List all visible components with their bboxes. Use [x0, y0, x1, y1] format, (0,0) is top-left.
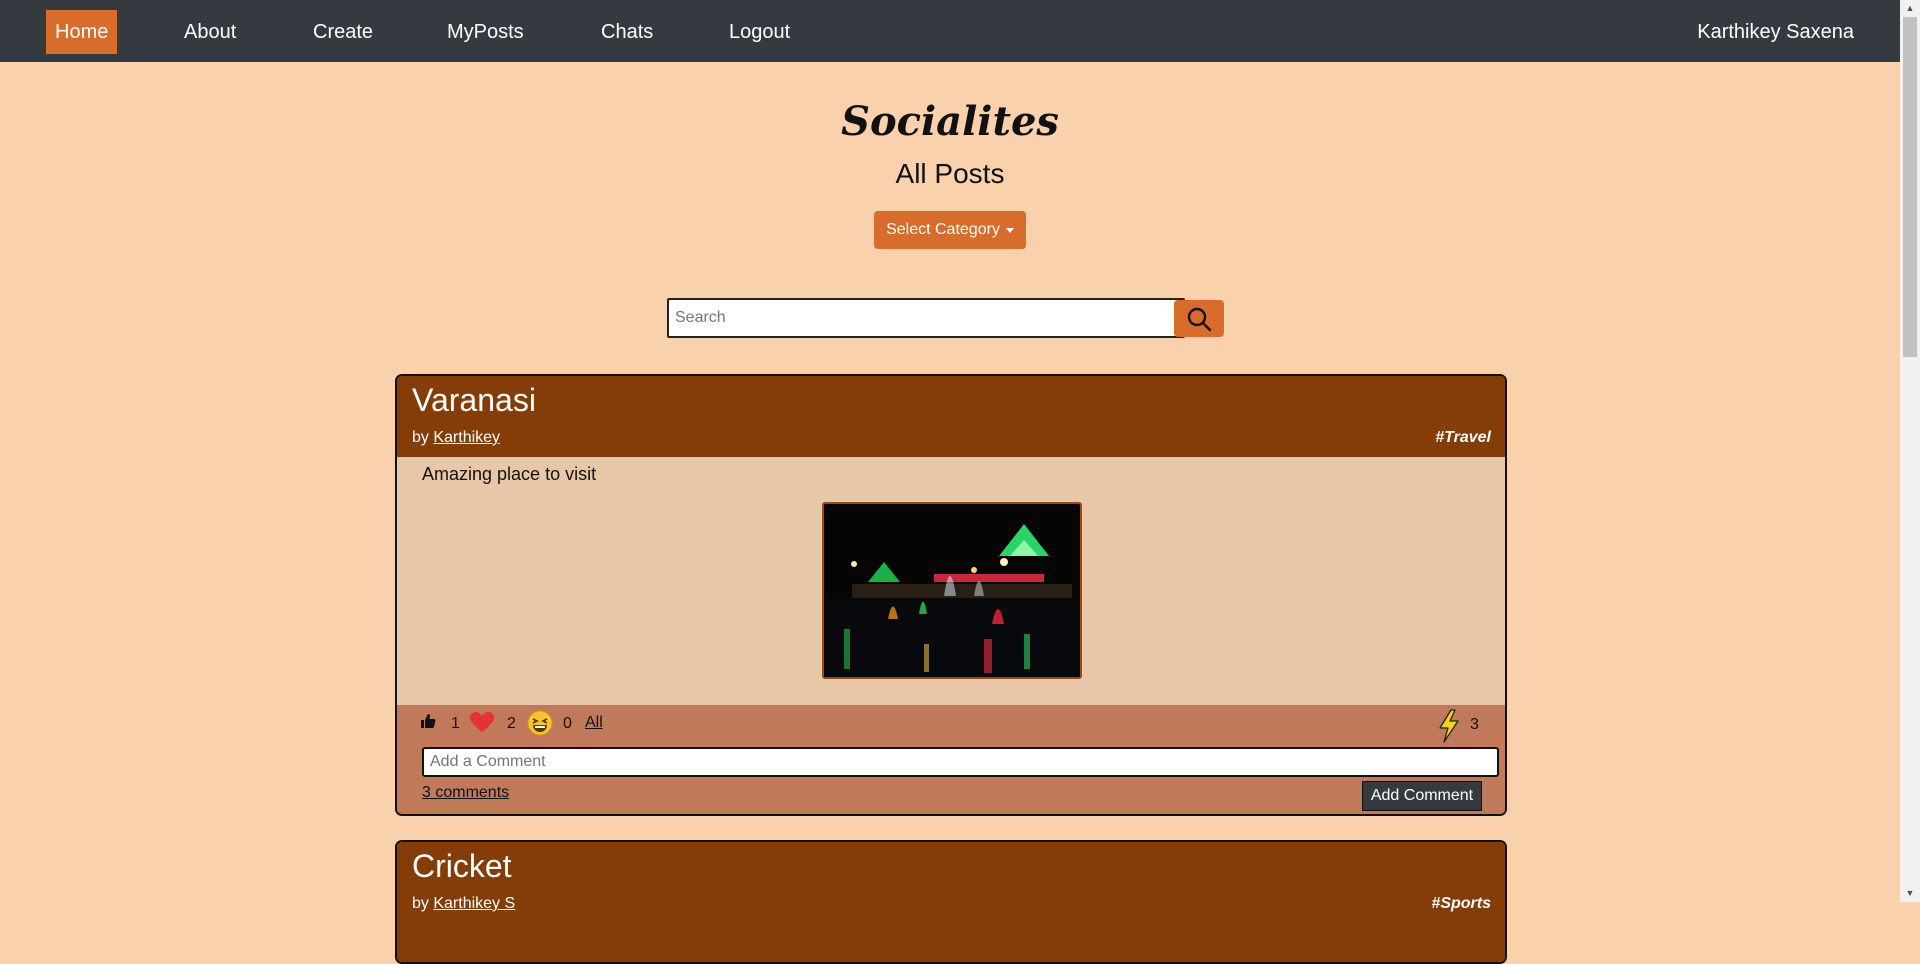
post-title: Varanasi: [412, 382, 536, 418]
like-icon[interactable]: [419, 712, 437, 730]
post-header: Cricket by Karthikey S #Sports: [397, 842, 1505, 962]
add-comment-button[interactable]: Add Comment: [1362, 781, 1482, 811]
nav-about[interactable]: About: [184, 10, 236, 54]
nav-chats[interactable]: Chats: [601, 10, 653, 54]
post-description: Amazing place to visit: [422, 464, 597, 484]
caret-down-icon: [1005, 227, 1014, 233]
post-title: Cricket: [412, 848, 512, 884]
byline-prefix: by: [412, 429, 429, 446]
post-card: Varanasi by Karthikey #Travel Amazing pl…: [395, 374, 1507, 816]
laugh-emoji-icon[interactable]: [527, 710, 553, 736]
scroll-thumb[interactable]: [1903, 17, 1917, 357]
brand-title: Socialites: [841, 98, 1059, 145]
comments-link[interactable]: 3 comments: [422, 784, 509, 802]
select-category-button[interactable]: Select Category: [874, 211, 1026, 249]
nav-create[interactable]: Create: [313, 10, 373, 54]
lightning-icon[interactable]: [1438, 709, 1460, 743]
page-scrollbar[interactable]: ▲ ▼: [1900, 0, 1920, 902]
post-card: Cricket by Karthikey S #Sports: [395, 840, 1507, 964]
post-tag: #Travel: [1435, 429, 1491, 446]
select-category-label: Select Category: [886, 221, 1000, 238]
comment-input[interactable]: [422, 747, 1499, 777]
search-button[interactable]: [1174, 300, 1224, 337]
post-author-link[interactable]: Karthikey: [433, 429, 500, 446]
post-author-link[interactable]: Karthikey S: [433, 895, 515, 912]
scroll-up-arrow-icon[interactable]: ▲: [1900, 0, 1920, 17]
post-body: Amazing place to visit: [397, 457, 1505, 705]
heart-icon[interactable]: [469, 711, 495, 733]
post-header: Varanasi by Karthikey #Travel: [397, 376, 1505, 457]
like-count: 1: [451, 715, 460, 732]
love-count: 2: [507, 715, 516, 732]
post-byline: by Karthikey S: [412, 895, 515, 913]
nav-home[interactable]: Home: [46, 10, 118, 54]
laugh-count: 0: [563, 715, 572, 732]
search-icon: [1187, 307, 1212, 331]
nav-myposts[interactable]: MyPosts: [447, 10, 524, 54]
byline-prefix: by: [412, 895, 429, 912]
navbar: Home About Create MyPosts Chats Logout K…: [0, 0, 1900, 62]
post-image[interactable]: [822, 502, 1082, 679]
nav-logout[interactable]: Logout: [729, 10, 790, 54]
post-tag: #Sports: [1431, 895, 1491, 912]
page-title: All Posts: [895, 158, 1005, 189]
all-reactions-link[interactable]: All: [585, 714, 603, 732]
power-count: 3: [1470, 716, 1479, 733]
post-byline: by Karthikey: [412, 429, 500, 447]
search-input[interactable]: [667, 298, 1185, 338]
scroll-down-arrow-icon[interactable]: ▼: [1900, 885, 1920, 902]
user-name: Karthikey Saxena: [1697, 21, 1854, 43]
post-footer: 1 2 0 All 3 3 comments Add Comment: [397, 705, 1505, 814]
